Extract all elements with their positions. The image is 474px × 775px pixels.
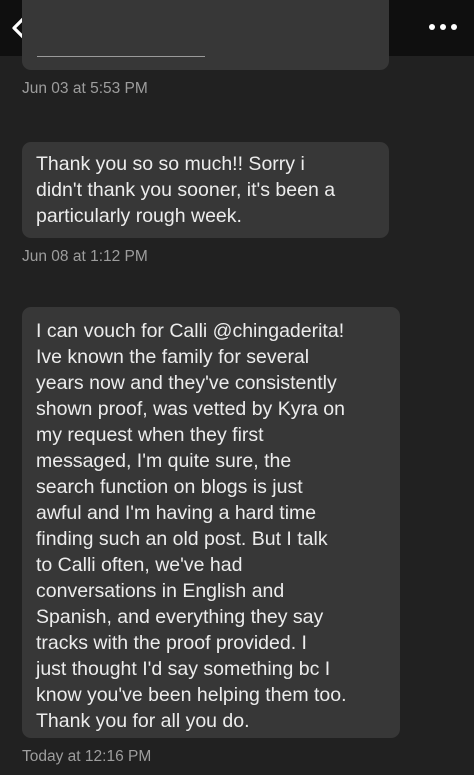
message-timestamp: Today at 12:16 PM bbox=[22, 748, 152, 765]
message-bubble: I can vouch for Calli @chingaderita! Ive… bbox=[22, 307, 400, 738]
message-timestamp: Jun 03 at 5:53 PM bbox=[22, 80, 148, 97]
message-bubble: Thank you so so much!! Sorry i didn't th… bbox=[22, 142, 389, 238]
link-underline bbox=[37, 56, 205, 57]
ellipsis-icon bbox=[429, 24, 457, 30]
more-options-button[interactable] bbox=[426, 16, 460, 38]
message-text: I can vouch for Calli @chingaderita! Ive… bbox=[36, 320, 347, 732]
message-bubble bbox=[22, 0, 389, 70]
message-text: Thank you so so much!! Sorry i didn't th… bbox=[36, 153, 336, 227]
message-timestamp: Jun 08 at 1:12 PM bbox=[22, 248, 148, 265]
